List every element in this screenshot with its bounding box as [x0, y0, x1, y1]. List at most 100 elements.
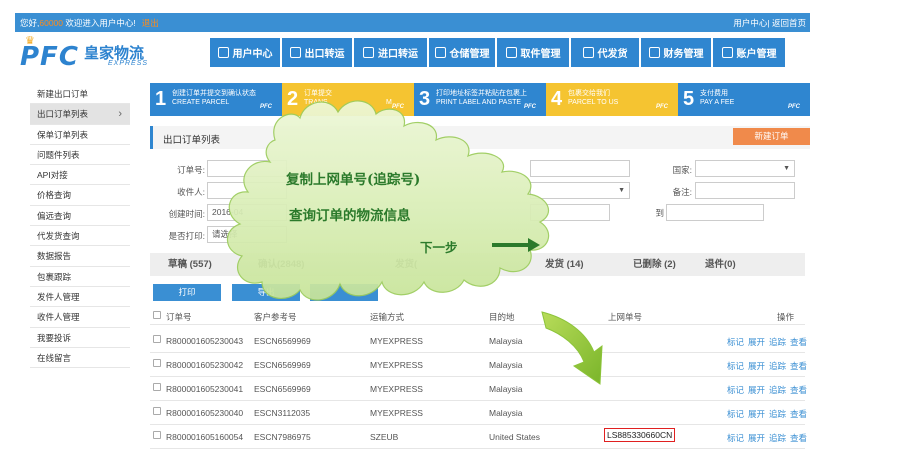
created-date-input[interactable]: 2016-04 — [207, 204, 287, 221]
sidebar-item-dropship-query[interactable]: 代发货查询 — [30, 226, 130, 247]
sidebar-item-order-list[interactable]: 出口订单列表 › — [30, 104, 130, 125]
row-ops: 标记 展开 追踪 查看 — [727, 360, 811, 372]
tab-deleted[interactable]: 已删除 (2) — [615, 253, 695, 276]
date-to-input[interactable] — [666, 204, 764, 221]
row-checkbox[interactable] — [153, 335, 161, 343]
view-link[interactable]: 查看 — [790, 409, 807, 419]
sidebar-item-complaint[interactable]: 我要投诉 — [30, 328, 130, 348]
sidebar-item-label: 出口订单列表 — [37, 109, 89, 120]
nav-label: 进口转运 — [378, 49, 418, 60]
order-no: R800001605230041 — [166, 384, 244, 394]
table-row: R800001605230041 ESCN6569969 MYEXPRESS M… — [150, 377, 807, 401]
sidebar-item-price-query[interactable]: 价格查询 — [30, 185, 130, 206]
nav-user-center[interactable]: 用户中心 — [210, 38, 282, 67]
sidebar-item-recipient[interactable]: 收件人管理 — [30, 307, 130, 328]
row-checkbox[interactable] — [153, 407, 161, 415]
table-header: 订单号 客户参考号 运输方式 目的地 上网单号 操作 — [150, 308, 805, 325]
callout-line-1: 复制上网单号(追踪号) — [286, 172, 421, 188]
step-2: 2 订单提交 TRANS M PFC — [282, 83, 414, 116]
sidebar-item-new-order[interactable]: 新建出口订单 — [30, 84, 130, 105]
destination: United States — [489, 432, 541, 442]
track-link[interactable]: 追踪 — [769, 337, 786, 347]
nav-account[interactable]: 账户管理 — [713, 38, 785, 67]
row-ops: 标记 展开 追踪 查看 — [727, 408, 811, 420]
export-button[interactable]: 导出 — [232, 284, 300, 301]
expand-link[interactable]: 展开 — [748, 433, 765, 443]
note-input[interactable] — [695, 182, 795, 199]
logout-link[interactable]: 退出 — [142, 18, 159, 28]
nav-warehouse[interactable]: 仓储管理 — [429, 38, 497, 67]
gear-icon — [721, 47, 733, 58]
grid-icon — [217, 47, 229, 58]
track-link[interactable]: 追踪 — [769, 361, 786, 371]
nav-pickup[interactable]: 取件管理 — [497, 38, 571, 67]
tab-shipped[interactable]: 发货 (14) — [515, 253, 615, 276]
mark-link[interactable]: 标记 — [727, 361, 744, 371]
tab-shipped-partial[interactable]: 发货( — [355, 253, 515, 276]
tab-returned[interactable]: 退件(0) — [695, 253, 765, 276]
step-number: 3 — [419, 88, 431, 110]
expand-link[interactable]: 展开 — [748, 361, 765, 371]
nav-export[interactable]: 出口转运 — [282, 38, 354, 67]
filter-select-mid[interactable]: ▼ — [530, 182, 630, 199]
sidebar-item-data-report[interactable]: 数据报告 — [30, 246, 130, 267]
step-en: PRINT LABEL AND PASTE — [436, 99, 522, 106]
sidebar-item-remote-query[interactable]: 偏远查询 — [30, 206, 130, 227]
expand-link[interactable]: 展开 — [748, 409, 765, 419]
print-button[interactable]: 打印 — [153, 284, 221, 301]
sidebar-item-sender[interactable]: 发件人管理 — [30, 287, 130, 308]
row-checkbox[interactable] — [153, 383, 161, 391]
view-link[interactable]: 查看 — [790, 337, 807, 347]
view-link[interactable]: 查看 — [790, 385, 807, 395]
nav-finance[interactable]: 财务管理 — [641, 38, 713, 67]
nav-dropship[interactable]: 代发货 — [571, 38, 641, 67]
tracking-number[interactable]: LS885330660CN — [604, 428, 676, 442]
track-link[interactable]: 追踪 — [769, 385, 786, 395]
track-link[interactable]: 追踪 — [769, 409, 786, 419]
sidebar-item-api[interactable]: API对接 — [30, 165, 130, 186]
filter-input-mid-1[interactable] — [530, 160, 630, 177]
nav-import[interactable]: 进口转运 — [354, 38, 429, 67]
tab-draft[interactable]: 草稿 (557) — [150, 253, 240, 276]
new-order-button[interactable]: 新建订单 — [733, 128, 810, 145]
step-cn: 打印地址标签并粘贴在包裹上 — [436, 90, 527, 97]
sidebar-item-message[interactable]: 在线留言 — [30, 348, 130, 369]
panel-header: 出口订单列表 新建订单 — [150, 126, 810, 149]
sidebar-item-insured-list[interactable]: 保单订单列表 — [30, 125, 130, 145]
step-logo: PFC — [788, 104, 800, 110]
filter-input-mid-2[interactable] — [530, 204, 610, 221]
sidebar-item-tracking[interactable]: 包裹跟踪 — [30, 267, 130, 287]
mark-link[interactable]: 标记 — [727, 433, 744, 443]
import-icon — [363, 47, 374, 58]
row-checkbox[interactable] — [153, 359, 161, 367]
mark-link[interactable]: 标记 — [727, 385, 744, 395]
pfc-logo[interactable]: ♛ PFC 皇家物流 EXPRESS — [20, 34, 160, 72]
created-label: 创建时间: — [168, 209, 205, 219]
destination: Malaysia — [489, 384, 523, 394]
tab-confirmed[interactable]: 确认(2848) — [240, 253, 355, 276]
dollar-icon — [648, 47, 660, 58]
row-checkbox[interactable] — [153, 431, 161, 439]
view-link[interactable]: 查看 — [790, 361, 807, 371]
process-steps: 1 创建订单并提交到确认状态 CREATE PARCEL PFC 2 订单提交 TR… — [150, 83, 810, 116]
nav-label: 代发货 — [597, 49, 628, 60]
recipient-input[interactable] — [207, 182, 287, 199]
order-no-input[interactable] — [207, 160, 287, 177]
sidebar-item-problem-list[interactable]: 问题件列表 — [30, 145, 130, 166]
view-link[interactable]: 查看 — [790, 433, 807, 443]
nav-label: 取件管理 — [520, 49, 561, 60]
track-link[interactable]: 追踪 — [769, 433, 786, 443]
country-select[interactable]: ▼ — [695, 160, 795, 177]
mark-link[interactable]: 标记 — [727, 337, 744, 347]
col-order-no: 订单号 — [166, 312, 192, 322]
order-no: R800001605230042 — [166, 360, 244, 370]
top-right-links[interactable]: 用户中心| 返回首页 — [733, 17, 806, 29]
expand-link[interactable]: 展开 — [748, 337, 765, 347]
action-button-3[interactable] — [310, 284, 378, 301]
step-cn: 订单提交 — [304, 90, 332, 97]
printed-select[interactable]: 请选择 — [207, 226, 287, 243]
expand-link[interactable]: 展开 — [748, 385, 765, 395]
step-number: 2 — [287, 88, 299, 110]
mark-link[interactable]: 标记 — [727, 409, 744, 419]
select-all-checkbox[interactable] — [153, 311, 161, 319]
